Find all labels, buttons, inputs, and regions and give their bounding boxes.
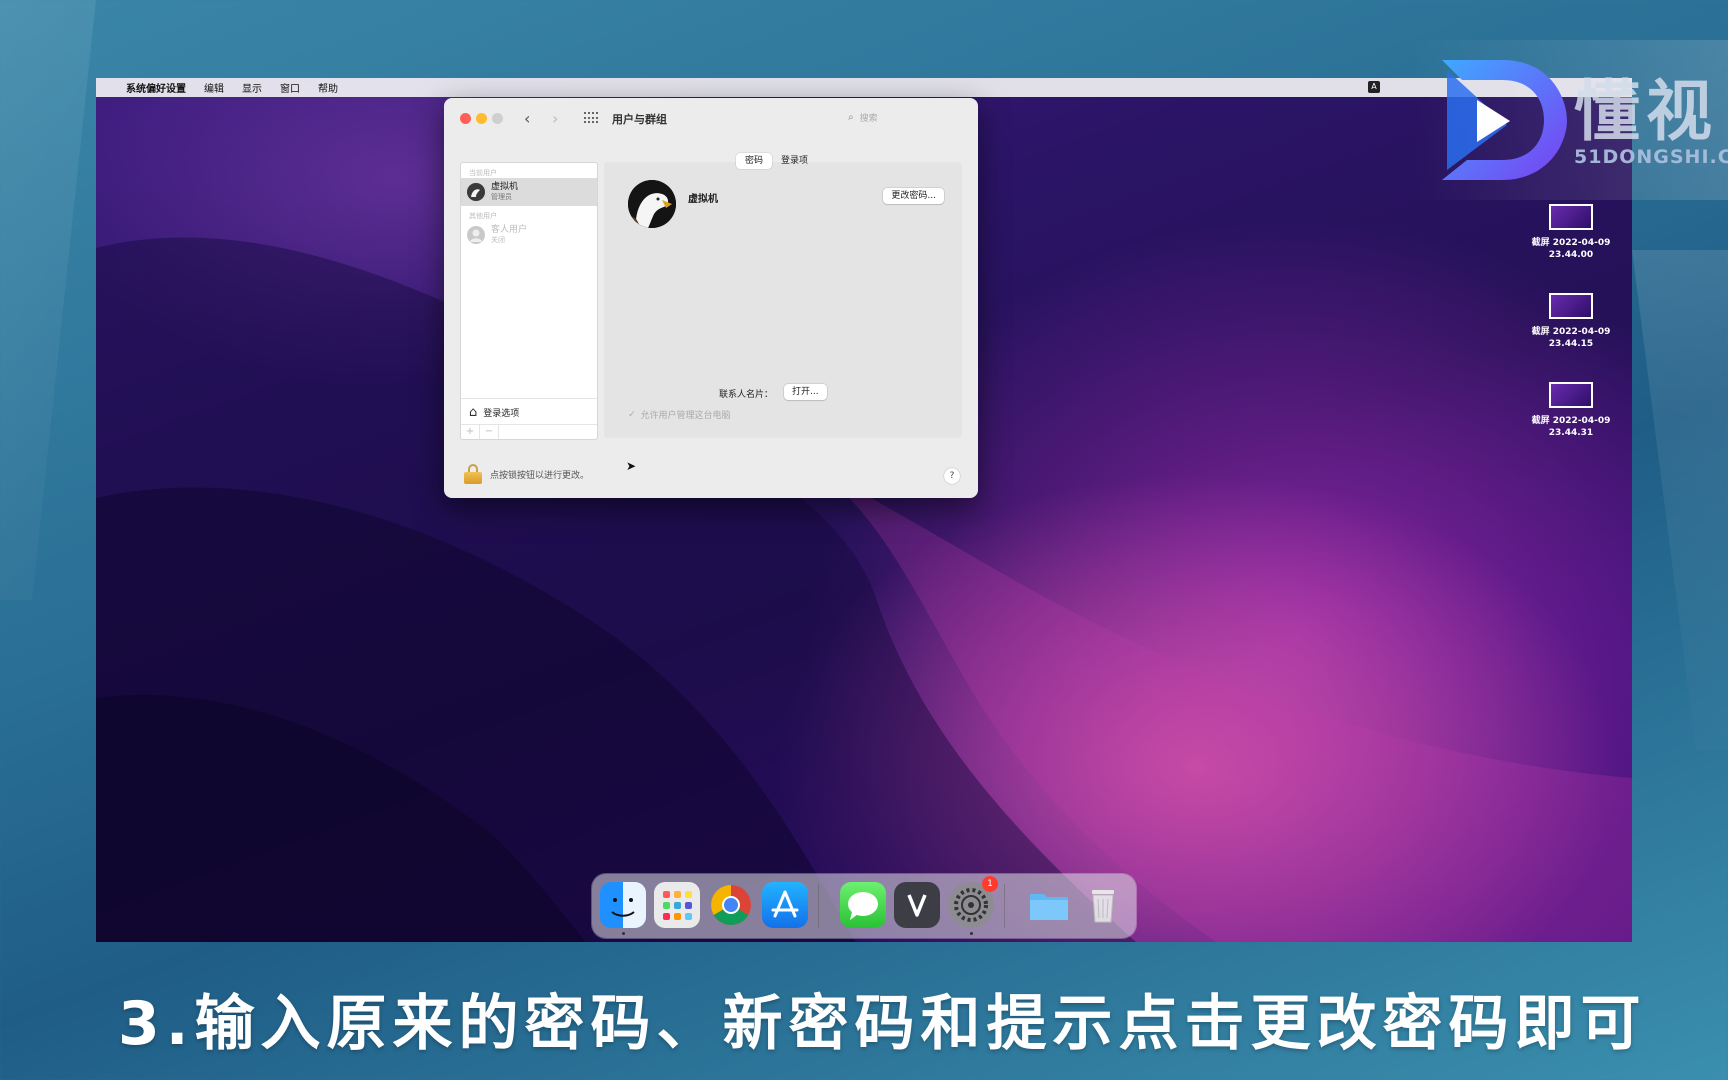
guest-avatar-icon: [467, 226, 485, 244]
screenshot-thumbnail: [1549, 204, 1593, 230]
desktop-file-label: 截屏 2022-04-09 23.44.15: [1531, 327, 1611, 349]
dock-separator: [1004, 884, 1005, 928]
dock-separator: [818, 884, 819, 928]
logo-url: 51DONGSHI.COM: [1574, 146, 1728, 168]
running-indicator: [970, 932, 973, 935]
allow-admin-checkbox[interactable]: ✓ 允许用户管理这台电脑: [628, 408, 731, 422]
lock-instruction-text: 点按锁按钮以进行更改。: [490, 470, 590, 481]
tab-login-items[interactable]: 登录项: [772, 153, 817, 169]
sidebar-user-role: 关闭: [491, 236, 505, 244]
close-button[interactable]: [460, 113, 471, 124]
input-source-icon[interactable]: A: [1368, 81, 1380, 93]
login-options-item[interactable]: ⌂ 登录选项: [461, 398, 597, 425]
password-pane: 虚拟机 更改密码... 联系人名片： 打开... ✓ 允许用户管理这台电脑: [604, 162, 962, 438]
mouse-cursor-icon: ➤: [626, 459, 637, 473]
sidebar-user-name: 客人用户: [491, 225, 528, 235]
launchpad-icon[interactable]: [654, 882, 700, 928]
forward-chevron-icon[interactable]: ›: [552, 109, 558, 128]
menu-window[interactable]: 窗口: [280, 80, 300, 95]
open-contact-button[interactable]: 打开...: [784, 384, 827, 400]
sidebar-user-admin[interactable]: 虚拟机 管理员: [461, 178, 597, 206]
desktop-file[interactable]: 截屏 2022-04-09 23.44.00: [1526, 204, 1616, 261]
window-titlebar: ‹ › 用户与群组 ⌕ 搜索: [444, 98, 978, 138]
video-caption: 3.输入原来的密码、新密码和提示点击更改密码即可: [118, 989, 1647, 1059]
screenshot-thumbnail: [1549, 382, 1593, 408]
system-preferences-icon[interactable]: 1: [948, 876, 998, 928]
allow-admin-label: 允许用户管理这台电脑: [640, 411, 731, 421]
checkmark-icon: ✓: [628, 409, 636, 420]
search-field[interactable]: ⌕ 搜索: [838, 107, 968, 127]
menu-bar: 系统偏好设置 编辑 显示 窗口 帮助 A: [96, 78, 1632, 97]
current-users-header: 当前用户: [469, 169, 497, 177]
running-indicator: [622, 932, 625, 935]
lock-row: 点按锁按钮以进行更改。: [464, 464, 589, 484]
desktop-file-label: 截屏 2022-04-09 23.44.00: [1531, 238, 1611, 260]
search-icon: ⌕: [848, 111, 854, 123]
user-full-name: 虚拟机: [688, 194, 718, 205]
play-logo-icon: [1442, 60, 1567, 180]
users-groups-window: ‹ › 用户与群组 ⌕ 搜索 当前用户 虚拟机 管理员 其他用户 客人用户 关闭…: [444, 98, 978, 498]
add-user-button[interactable]: +: [461, 425, 480, 439]
folder-icon[interactable]: [1026, 882, 1072, 928]
users-sidebar: 当前用户 虚拟机 管理员 其他用户 客人用户 关闭 ⌂ 登录选项 + −: [460, 162, 598, 440]
menu-view[interactable]: 显示: [242, 80, 262, 95]
sidebar-user-role: 管理员: [491, 193, 512, 201]
lock-icon[interactable]: [464, 464, 482, 484]
v-app-icon[interactable]: [894, 882, 940, 928]
app-store-icon[interactable]: [762, 882, 808, 928]
tab-bar: 密码 登录项: [736, 153, 817, 169]
tab-password[interactable]: 密码: [736, 153, 773, 169]
trash-icon[interactable]: [1080, 882, 1126, 928]
show-all-grid-icon[interactable]: [584, 112, 598, 124]
menu-help[interactable]: 帮助: [318, 80, 338, 95]
other-users-header: 其他用户: [469, 212, 497, 220]
back-chevron-icon[interactable]: ‹: [524, 109, 530, 128]
desktop-file-label: 截屏 2022-04-09 23.44.31: [1531, 416, 1611, 438]
sidebar-user-guest[interactable]: 客人用户 关闭: [461, 221, 597, 249]
search-placeholder: 搜索: [859, 113, 878, 124]
contact-card-label: 联系人名片：: [719, 390, 774, 400]
desktop-file[interactable]: 截屏 2022-04-09 23.44.31: [1526, 382, 1616, 439]
menu-app-name[interactable]: 系统偏好设置: [126, 80, 186, 95]
logo-text: 懂视: [1574, 73, 1718, 150]
house-icon: ⌂: [469, 404, 478, 420]
sidebar-button-bar: + −: [461, 424, 597, 439]
zoom-button[interactable]: [492, 113, 503, 124]
change-password-button[interactable]: 更改密码...: [883, 188, 944, 204]
chrome-icon[interactable]: [708, 882, 754, 928]
screenshot-thumbnail: [1549, 293, 1593, 319]
messages-icon[interactable]: [840, 882, 886, 928]
window-title: 用户与群组: [612, 113, 667, 126]
brand-logo: 懂视 51DONGSHI.COM: [1412, 40, 1728, 200]
desktop-file[interactable]: 截屏 2022-04-09 23.44.15: [1526, 293, 1616, 350]
eagle-avatar-icon: [467, 183, 485, 201]
eagle-avatar-icon[interactable]: [628, 180, 676, 228]
remove-user-button[interactable]: −: [480, 425, 499, 439]
login-options-label: 登录选项: [483, 408, 520, 419]
dock: 1: [592, 874, 1136, 938]
finder-icon[interactable]: [600, 882, 646, 928]
notification-badge: 1: [982, 876, 998, 892]
menu-edit[interactable]: 编辑: [204, 80, 224, 95]
sidebar-user-name: 虚拟机: [491, 182, 519, 192]
minimize-button[interactable]: [476, 113, 487, 124]
help-button[interactable]: ?: [944, 468, 960, 484]
